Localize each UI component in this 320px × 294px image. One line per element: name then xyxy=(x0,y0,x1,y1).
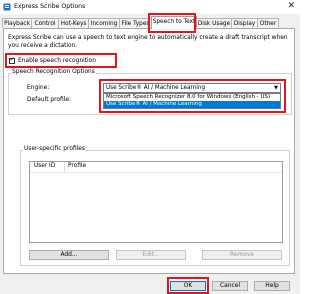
engine-label: Engine: xyxy=(27,85,50,91)
title-bar: Express Scribe Options ✕ xyxy=(0,0,300,14)
tab-file-types[interactable]: File Types xyxy=(119,18,152,28)
tab-disk-usage[interactable]: Disk Usage xyxy=(196,18,232,28)
edit-button[interactable]: Edit... xyxy=(116,250,186,260)
default-profile-label: Default profile: xyxy=(27,97,71,103)
tab-hot-keys[interactable]: Hot-Keys xyxy=(58,18,89,28)
engine-dropdown-list: Microsoft Speech Recognizer 8.0 for Wind… xyxy=(103,93,281,109)
engine-option-scribe-ai[interactable]: Use Scribe® AI / Machine Learning xyxy=(104,101,280,108)
chevron-down-icon[interactable]: ▼ xyxy=(274,84,278,92)
enable-speech-checkbox[interactable] xyxy=(9,56,15,64)
window-title: Express Scribe Options xyxy=(14,3,86,10)
description-text: Express Scribe can use a speech to text … xyxy=(8,35,288,49)
cancel-button[interactable]: Cancel xyxy=(212,281,248,291)
tab-speech-to-text[interactable]: Speech to Text xyxy=(151,16,197,29)
engine-option-microsoft[interactable]: Microsoft Speech Recognizer 8.0 for Wind… xyxy=(104,94,280,101)
remove-button[interactable]: Remove xyxy=(202,250,282,260)
tab-display[interactable]: Display xyxy=(231,18,258,28)
column-user-id[interactable]: User ID xyxy=(34,163,55,169)
ok-button[interactable]: OK xyxy=(170,281,206,291)
app-icon xyxy=(3,3,11,11)
column-profile[interactable]: Profile xyxy=(68,163,86,169)
engine-select-value: Use Scribe® AI / Machine Learning xyxy=(106,85,206,91)
engine-select[interactable]: Use Scribe® AI / Machine Learning ▼ xyxy=(103,83,281,93)
column-divider[interactable] xyxy=(64,162,65,172)
speech-options-group-label: Speech Recognition Options xyxy=(11,69,96,75)
tab-control[interactable]: Control xyxy=(31,18,59,28)
user-profiles-list[interactable]: User ID Profile xyxy=(29,161,283,243)
close-icon[interactable]: ✕ xyxy=(287,1,295,11)
list-header: User ID Profile xyxy=(30,162,282,173)
tab-playback[interactable]: Playback xyxy=(2,18,32,28)
tab-incoming[interactable]: Incoming xyxy=(88,18,120,28)
help-button[interactable]: Help xyxy=(254,281,290,291)
tab-other[interactable]: Other xyxy=(257,18,279,28)
user-profiles-group-label: User-specific profiles xyxy=(23,146,86,152)
add-button[interactable]: Add... xyxy=(29,250,109,260)
enable-speech-label[interactable]: Enable speech recognition xyxy=(18,58,96,64)
